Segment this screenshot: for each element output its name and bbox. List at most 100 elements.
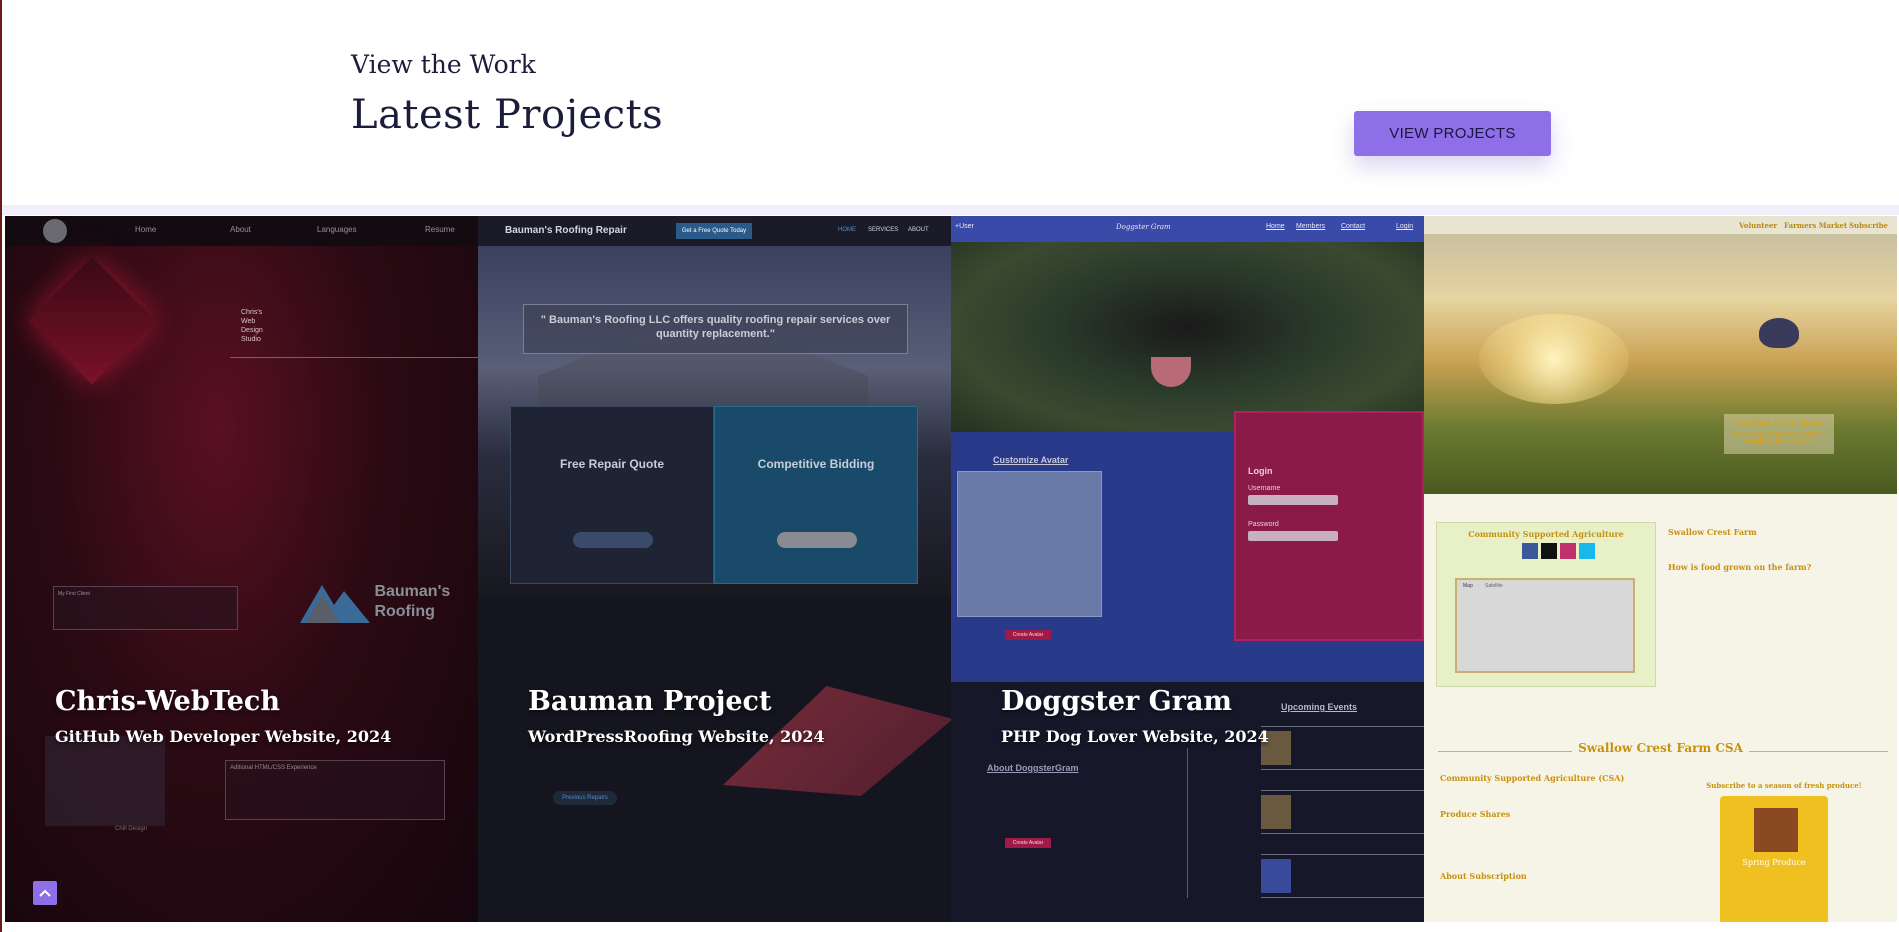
preview-box-title: Free Repair Quote	[559, 457, 665, 471]
project-card-doggster[interactable]: +User Doggster Gram Home Members Contact…	[951, 216, 1424, 922]
section-eyebrow: View the Work	[351, 50, 536, 79]
preview-nav-item: Home	[135, 225, 157, 234]
card-info: Doggster Gram PHP Dog Lover Website, 202…	[1001, 686, 1269, 746]
preview-social-links	[1522, 543, 1595, 559]
preview-client-panel: My First Client	[53, 586, 238, 630]
preview-learn-more-button	[573, 532, 653, 548]
preview-left-column: Community Supported Agriculture (CSA) Pr…	[1440, 772, 1655, 882]
preview-divider-line	[1187, 748, 1188, 898]
preview-produce-image	[1754, 808, 1798, 852]
preview-hero-heading: Swallow Crest Farm	[1734, 418, 1824, 428]
preview-nav-item: About	[230, 225, 251, 234]
preview-studio-text: Chris's Web Design Studio	[241, 309, 263, 343]
preview-avatar-label: Customize Avatar	[993, 455, 1069, 465]
preview-experience-title: Aditional HTML/CSS Experience	[230, 765, 317, 771]
preview-hero-title: Swallow Crest Farm Serving Northwest Mon…	[1724, 414, 1834, 454]
preview-client-title: My First Client	[58, 591, 90, 597]
vimeo-icon	[1579, 543, 1595, 559]
preview-previous-repairs-button: Previous Repairs	[553, 791, 617, 805]
preview-nav: Volunteer Farmers Market Subscribe	[1424, 216, 1897, 234]
preview-caption: Chill Design	[115, 826, 148, 832]
preview-experience-panel: Aditional HTML/CSS Experience	[225, 760, 445, 820]
preview-brand: Bauman's Roofing Repair	[505, 225, 627, 236]
preview-logo	[43, 219, 67, 243]
preview-roofing-logo: Bauman's Roofing	[300, 581, 454, 623]
preview-password-label: Password	[1248, 521, 1279, 528]
project-name: Chris-WebTech	[55, 686, 280, 717]
preview-nav-item: Languages	[317, 225, 357, 234]
preview-map: Map Satellite	[1455, 578, 1635, 673]
instagram-icon	[1560, 543, 1576, 559]
project-subtitle: GitHub Web Developer Website, 2024	[55, 727, 392, 746]
preview-card-label: Spring Produce	[1742, 858, 1806, 867]
mountain-icon	[300, 585, 370, 623]
section-title: Latest Projects	[351, 92, 664, 138]
preview-produce-card: Spring Produce	[1720, 796, 1828, 922]
scroll-to-top-button[interactable]	[33, 881, 57, 905]
preview-quote-box: " Bauman's Roofing LLC offers quality ro…	[523, 304, 908, 354]
preview-box-title: Competitive Bidding	[757, 457, 875, 471]
preview-nav-item: Farmers Market	[1784, 221, 1848, 230]
preview-text-block	[1668, 539, 1888, 561]
preview-nav-item: Login	[1396, 223, 1414, 230]
section-header: View the Work Latest Projects VIEW PROJE…	[2, 0, 1899, 205]
view-projects-button[interactable]: VIEW PROJECTS	[1354, 111, 1551, 156]
preview-section-title-text: Swallow Crest Farm CSA	[1572, 741, 1749, 755]
x-icon	[1541, 543, 1557, 559]
preview-csa-heading: Community Supported Agriculture (CSA)	[1440, 773, 1625, 783]
preview-nav: Home About Languages Resume	[5, 216, 478, 246]
preview-password-field	[1248, 531, 1338, 541]
project-card-chris-webtech[interactable]: Home About Languages Resume Chris's Web …	[5, 216, 478, 922]
preview-map-tab: Satellite	[1485, 583, 1503, 589]
preview-nav-item: Resume	[425, 225, 455, 234]
preview-diamond-image	[28, 257, 156, 385]
card-info: Chris-WebTech GitHub Web Developer Websi…	[55, 686, 391, 746]
project-subtitle: WordPressRoofing Website, 2024	[528, 727, 825, 746]
preview-avatar-box	[957, 471, 1102, 617]
preview-box-repair-quote: Free Repair Quote	[510, 406, 714, 584]
preview-event-item	[1261, 726, 1424, 770]
preview-event-thumb	[1261, 795, 1291, 829]
project-name: Bauman Project	[528, 686, 772, 717]
preview-roofing-text: Bauman's Roofing	[374, 583, 451, 620]
preview-farm-heading: Swallow Crest Farm	[1668, 527, 1757, 537]
preview-text-block	[1440, 820, 1655, 870]
preview-bird	[1759, 318, 1799, 348]
preview-event-item	[1261, 790, 1424, 834]
preview-nav-user: +User	[955, 223, 974, 230]
preview-section-title: Swallow Crest Farm CSA	[1424, 741, 1897, 755]
preview-csa-title: Community Supported Agriculture	[1468, 529, 1624, 539]
preview-nav: Bauman's Roofing Repair Get a Free Quote…	[478, 216, 951, 246]
preview-farm-photo	[1424, 234, 1897, 494]
preview-nav: +User Doggster Gram Home Members Contact…	[951, 216, 1424, 242]
card-info: Bauman Project WordPressRoofing Website,…	[528, 686, 825, 746]
preview-upcoming-events: Upcoming Events	[1281, 702, 1358, 712]
preview-create-avatar-button: Create Avatar	[1005, 630, 1051, 640]
preview-dog-tongue	[1151, 357, 1191, 387]
preview-produce-shares: Produce Shares	[1440, 809, 1511, 819]
preview-csa-box: Community Supported Agriculture Map Sate…	[1436, 522, 1656, 687]
preview-nav-item: Home	[1266, 223, 1285, 230]
preview-hero-subtitle: Serving Northwest Montana Families Since…	[1731, 431, 1827, 445]
preview-nav-item: SERVICES	[868, 227, 899, 233]
preview-learn-more-button	[777, 532, 857, 548]
preview-box-bidding: Competitive Bidding	[714, 406, 918, 584]
project-name: Doggster Gram	[1001, 686, 1233, 717]
facebook-icon	[1522, 543, 1538, 559]
project-card-bauman[interactable]: Bauman's Roofing Repair Get a Free Quote…	[478, 216, 951, 922]
preview-food-heading: How is food grown on the farm?	[1668, 562, 1812, 572]
chevron-up-icon	[39, 889, 51, 897]
preview-subscribe-heading: Subscribe to a season of fresh produce!	[1706, 781, 1862, 790]
projects-grid: Home About Languages Resume Chris's Web …	[5, 216, 1898, 922]
project-subtitle: PHP Dog Lover Website, 2024	[1001, 727, 1269, 746]
preview-event-thumb	[1261, 859, 1291, 893]
preview-nav-item: Subscribe	[1849, 221, 1888, 230]
preview-create-avatar-button: Create Avatar	[1005, 838, 1051, 848]
preview-brand: Doggster Gram	[1116, 223, 1171, 231]
preview-username-field	[1248, 495, 1338, 505]
project-card-swallow-crest[interactable]: Volunteer Farmers Market Subscribe Swall…	[1424, 216, 1897, 922]
preview-map-tab: Map	[1463, 583, 1473, 589]
preview-nav-item: Contact	[1341, 223, 1366, 230]
preview-username-label: Username	[1248, 485, 1281, 492]
preview-nav-item: HOME	[838, 227, 856, 233]
